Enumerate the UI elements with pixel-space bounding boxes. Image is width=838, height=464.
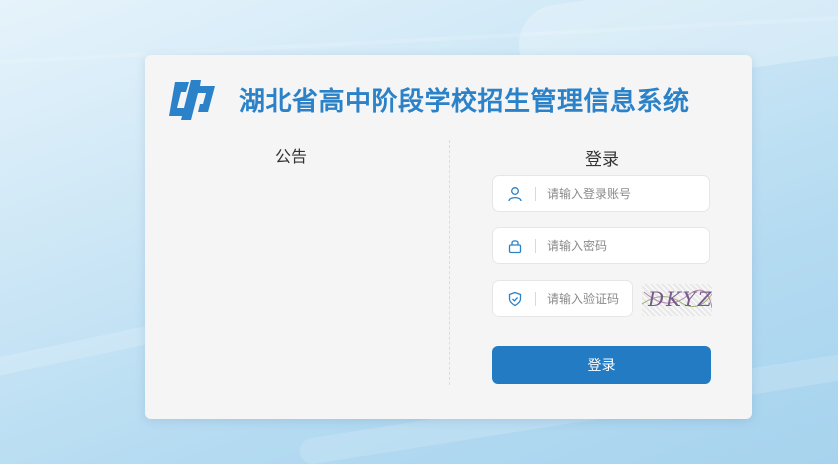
login-card: 湖北省高中阶段学校招生管理信息系统 公告 登录 请输入登录账号 请输入验证码 D… bbox=[145, 55, 752, 419]
notice-title: 公告 bbox=[275, 147, 308, 166]
login-title: 登录 bbox=[585, 150, 619, 170]
section-divider bbox=[449, 140, 450, 385]
password-input[interactable] bbox=[547, 238, 687, 253]
field-separator bbox=[535, 238, 536, 253]
header: 湖北省高中阶段学校招生管理信息系统 bbox=[167, 75, 737, 123]
logo-icon bbox=[169, 80, 215, 120]
field-separator bbox=[535, 186, 536, 201]
login-page: 湖北省高中阶段学校招生管理信息系统 公告 登录 请输入登录账号 请输入验证码 D… bbox=[0, 0, 838, 464]
account-input[interactable] bbox=[547, 186, 687, 201]
captcha-field[interactable] bbox=[492, 280, 633, 317]
user-icon bbox=[506, 185, 524, 203]
page-title: 湖北省高中阶段学校招生管理信息系统 bbox=[239, 86, 690, 117]
captcha-text: DKYZ bbox=[648, 287, 712, 311]
captcha-image[interactable]: DKYZ bbox=[642, 284, 712, 316]
account-field[interactable] bbox=[492, 175, 710, 212]
password-field[interactable] bbox=[492, 227, 710, 264]
field-separator bbox=[535, 291, 536, 306]
lock-icon bbox=[506, 237, 524, 255]
captcha-input[interactable] bbox=[547, 291, 627, 306]
shield-icon bbox=[506, 290, 524, 308]
login-button[interactable]: 登录 bbox=[492, 346, 711, 384]
